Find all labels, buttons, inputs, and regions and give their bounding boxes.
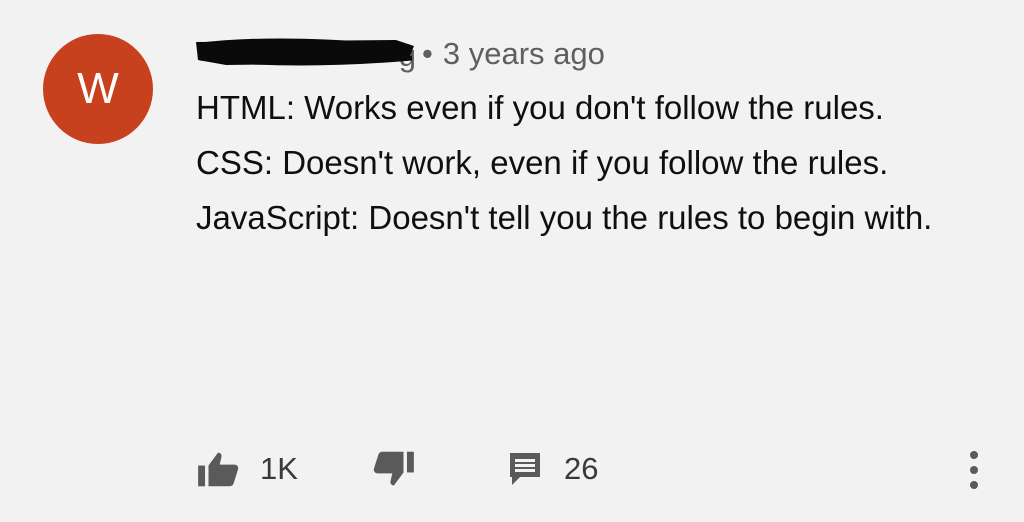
dislike-button[interactable] [372, 446, 416, 492]
reply-count: 26 [564, 451, 599, 486]
avatar[interactable]: W [43, 34, 153, 144]
comment-body: HTML: Works even if you don't follow the… [196, 80, 986, 245]
comment-line-html: HTML: Works even if you don't follow the… [196, 89, 884, 126]
author-name[interactable]: g [196, 34, 418, 74]
comment-timestamp[interactable]: 3 years ago [443, 36, 605, 72]
like-count: 1K [260, 451, 298, 486]
reply-button[interactable]: 26 [508, 446, 598, 492]
thumb-down-icon [373, 451, 414, 486]
comment-actions: 1K 26 [196, 446, 996, 492]
comment-line-javascript: JavaScript: Doesn't tell you the rules t… [196, 199, 933, 236]
redaction-scribble [196, 38, 414, 66]
thumb-up-icon [198, 452, 239, 487]
like-button[interactable]: 1K [196, 446, 298, 492]
more-vertical-icon [970, 451, 978, 489]
comment-header: g • 3 years ago [196, 34, 605, 74]
more-options-button[interactable] [962, 448, 986, 492]
meta-separator: • [422, 36, 433, 71]
comment-icon [510, 453, 540, 485]
comment-line-css: CSS: Doesn't work, even if you follow th… [196, 144, 889, 181]
